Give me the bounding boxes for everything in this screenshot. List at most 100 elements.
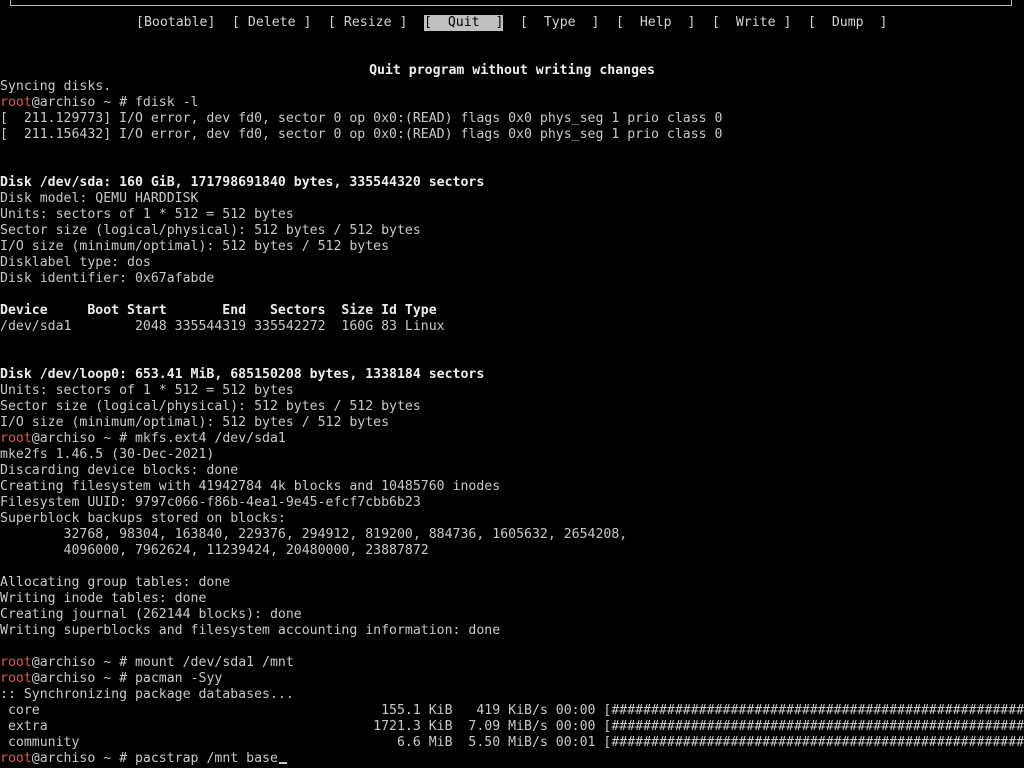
output-text: Units: sectors of 1 * 512 = 512 bytes <box>0 207 294 222</box>
output-text: Filesystem UUID: 9797c066-f86b-4ea1-9e45… <box>0 495 421 510</box>
terminal-output-line: Disk /dev/sda: 160 GiB, 171798691840 byt… <box>0 175 1024 191</box>
command-text: pacman -Syy <box>134 671 223 686</box>
terminal-command-line: root@archiso ~ # pacman -Syy <box>0 671 1024 687</box>
terminal-output-line: Discarding device blocks: done <box>0 463 1024 479</box>
output-text: Creating filesystem with 41942784 4k blo… <box>0 479 501 494</box>
terminal-output-line: Disk identifier: 0x67afabde <box>0 271 1024 287</box>
menu-resize-button[interactable]: [ Resize ] <box>328 15 407 31</box>
terminal-output-line: I/O size (minimum/optimal): 512 bytes / … <box>0 239 1024 255</box>
output-text: Sector size (logical/physical): 512 byte… <box>0 223 421 238</box>
menu-help-button[interactable]: [ Help ] <box>616 15 695 31</box>
output-text: core 155.1 KiB 419 KiB/s 00:00 [########… <box>0 703 1024 718</box>
terminal-output-line: Units: sectors of 1 * 512 = 512 bytes <box>0 207 1024 223</box>
output-text: Allocating group tables: done <box>0 575 231 590</box>
menu-delete-button[interactable]: [ Delete ] <box>232 15 311 31</box>
output-text: community 6.6 MiB 5.50 MiB/s 00:01 [####… <box>0 735 1024 750</box>
terminal-output-line: 32768, 98304, 163840, 229376, 294912, 81… <box>0 527 1024 543</box>
prompt-host: @archiso ~ # <box>31 751 135 766</box>
output-text: I/O size (minimum/optimal): 512 bytes / … <box>0 239 390 254</box>
terminal-output-line: core 155.1 KiB 419 KiB/s 00:00 [########… <box>0 703 1024 719</box>
prompt-user: root <box>0 671 32 686</box>
terminal-output-line: Superblock backups stored on blocks: <box>0 511 1024 527</box>
terminal-command-line: root@archiso ~ # pacstrap /mnt base <box>0 751 1024 767</box>
terminal-output-line: I/O size (minimum/optimal): 512 bytes / … <box>0 415 1024 431</box>
terminal-output-line: mke2fs 1.46.5 (30-Dec-2021) <box>0 447 1024 463</box>
cfdisk-frame-border <box>10 0 1012 6</box>
output-text: Disk identifier: 0x67afabde <box>0 271 215 286</box>
prompt-host: @archiso ~ # <box>31 95 135 110</box>
prompt-host: @archiso ~ # <box>31 671 135 686</box>
menu-quit-button[interactable]: [ Quit ] <box>424 15 504 31</box>
command-text: fdisk -l <box>134 95 199 110</box>
output-text: Syncing disks. <box>0 79 112 94</box>
command-text: mount /dev/sda1 /mnt <box>134 655 294 670</box>
menu-type-button[interactable]: [ Type ] <box>520 15 599 31</box>
prompt-user: root <box>0 655 32 670</box>
output-text: Units: sectors of 1 * 512 = 512 bytes <box>0 383 294 398</box>
output-text: Writing inode tables: done <box>0 591 207 606</box>
terminal-output-line: community 6.6 MiB 5.50 MiB/s 00:01 [####… <box>0 735 1024 751</box>
output-text: [ 211.129773] I/O error, dev fd0, sector… <box>0 111 723 126</box>
prompt-user: root <box>0 95 32 110</box>
output-text: Disk /dev/loop0: 653.41 MiB, 685150208 b… <box>0 367 485 382</box>
cfdisk-menu-bar: [Bootable] [ Delete ] [ Resize ] [ Quit ] [ … <box>0 15 1024 31</box>
output-text: Superblock backups stored on blocks: <box>0 511 286 526</box>
terminal-output-line: Allocating group tables: done <box>0 575 1024 591</box>
terminal-output-line: extra 1721.3 KiB 7.09 MiB/s 00:00 [#####… <box>0 719 1024 735</box>
terminal-output-line: Writing superblocks and filesystem accou… <box>0 623 1024 639</box>
command-text: pacstrap /mnt base <box>134 751 278 766</box>
terminal-output-line: Creating journal (262144 blocks): done <box>0 607 1024 623</box>
output-text: Creating journal (262144 blocks): done <box>0 607 302 622</box>
terminal-command-line: root@archiso ~ # mount /dev/sda1 /mnt <box>0 655 1024 671</box>
terminal-output-line: Writing inode tables: done <box>0 591 1024 607</box>
menu-bootable-button[interactable]: [Bootable] <box>136 15 215 31</box>
output-text: [ 211.156432] I/O error, dev fd0, sector… <box>0 127 723 142</box>
terminal-command-line: root@archiso ~ # fdisk -l <box>0 95 1024 111</box>
output-text: Disk /dev/sda: 160 GiB, 171798691840 byt… <box>0 175 485 190</box>
terminal-output-line: Creating filesystem with 41942784 4k blo… <box>0 479 1024 495</box>
output-text: Device Boot Start End Sectors Size Id Ty… <box>0 303 437 318</box>
output-text: Disklabel type: dos <box>0 255 151 270</box>
terminal-output-line: Units: sectors of 1 * 512 = 512 bytes <box>0 383 1024 399</box>
terminal-output[interactable]: Syncing disks. root@archiso ~ # fdisk -l[… <box>0 79 1024 767</box>
terminal-output-line: Disklabel type: dos <box>0 255 1024 271</box>
output-text: Discarding device blocks: done <box>0 463 239 478</box>
output-text: I/O size (minimum/optimal): 512 bytes / … <box>0 415 390 430</box>
prompt-user: root <box>0 751 32 766</box>
terminal-output-line: /dev/sda1 2048 335544319 335542272 160G … <box>0 319 1024 335</box>
terminal-output-line: [ 211.129773] I/O error, dev fd0, sector… <box>0 111 1024 127</box>
prompt-user: root <box>0 431 32 446</box>
output-text: Sector size (logical/physical): 512 byte… <box>0 399 421 414</box>
output-text: Disk model: QEMU HARDDISK <box>0 191 199 206</box>
menu-write-button[interactable]: [ Write ] <box>712 15 791 31</box>
terminal-output-line: Device Boot Start End Sectors Size Id Ty… <box>0 303 1024 319</box>
terminal-output-line: Sector size (logical/physical): 512 byte… <box>0 399 1024 415</box>
prompt-host: @archiso ~ # <box>31 655 135 670</box>
terminal-output-line: Disk model: QEMU HARDDISK <box>0 191 1024 207</box>
command-text: mkfs.ext4 /dev/sda1 <box>134 431 286 446</box>
output-text: extra 1721.3 KiB 7.09 MiB/s 00:00 [#####… <box>0 719 1024 734</box>
menu-dump-button[interactable]: [ Dump ] <box>808 15 887 31</box>
output-text: :: Synchronizing package databases... <box>0 687 294 702</box>
terminal-output-line: :: Synchronizing package databases... <box>0 687 1024 703</box>
terminal-output-line: Filesystem UUID: 9797c066-f86b-4ea1-9e45… <box>0 495 1024 511</box>
output-text: Writing superblocks and filesystem accou… <box>0 623 501 638</box>
terminal-output-line: 4096000, 7962624, 11239424, 20480000, 23… <box>0 543 1024 559</box>
menu-status-hint: Quit program without writing changes <box>369 63 655 78</box>
text-cursor <box>278 762 287 764</box>
terminal-output-line: [ 211.156432] I/O error, dev fd0, sector… <box>0 127 1024 143</box>
output-text: 32768, 98304, 163840, 229376, 294912, 81… <box>0 527 628 542</box>
terminal-output-line: Sector size (logical/physical): 512 byte… <box>0 223 1024 239</box>
output-text: /dev/sda1 2048 335544319 335542272 160G … <box>0 319 445 334</box>
terminal-command-line: root@archiso ~ # mkfs.ext4 /dev/sda1 <box>0 431 1024 447</box>
terminal-output-line: Syncing disks. <box>0 79 1024 95</box>
terminal-output-line: Disk /dev/loop0: 653.41 MiB, 685150208 b… <box>0 367 1024 383</box>
output-text: mke2fs 1.46.5 (30-Dec-2021) <box>0 447 215 462</box>
output-text: 4096000, 7962624, 11239424, 20480000, 23… <box>0 543 429 558</box>
